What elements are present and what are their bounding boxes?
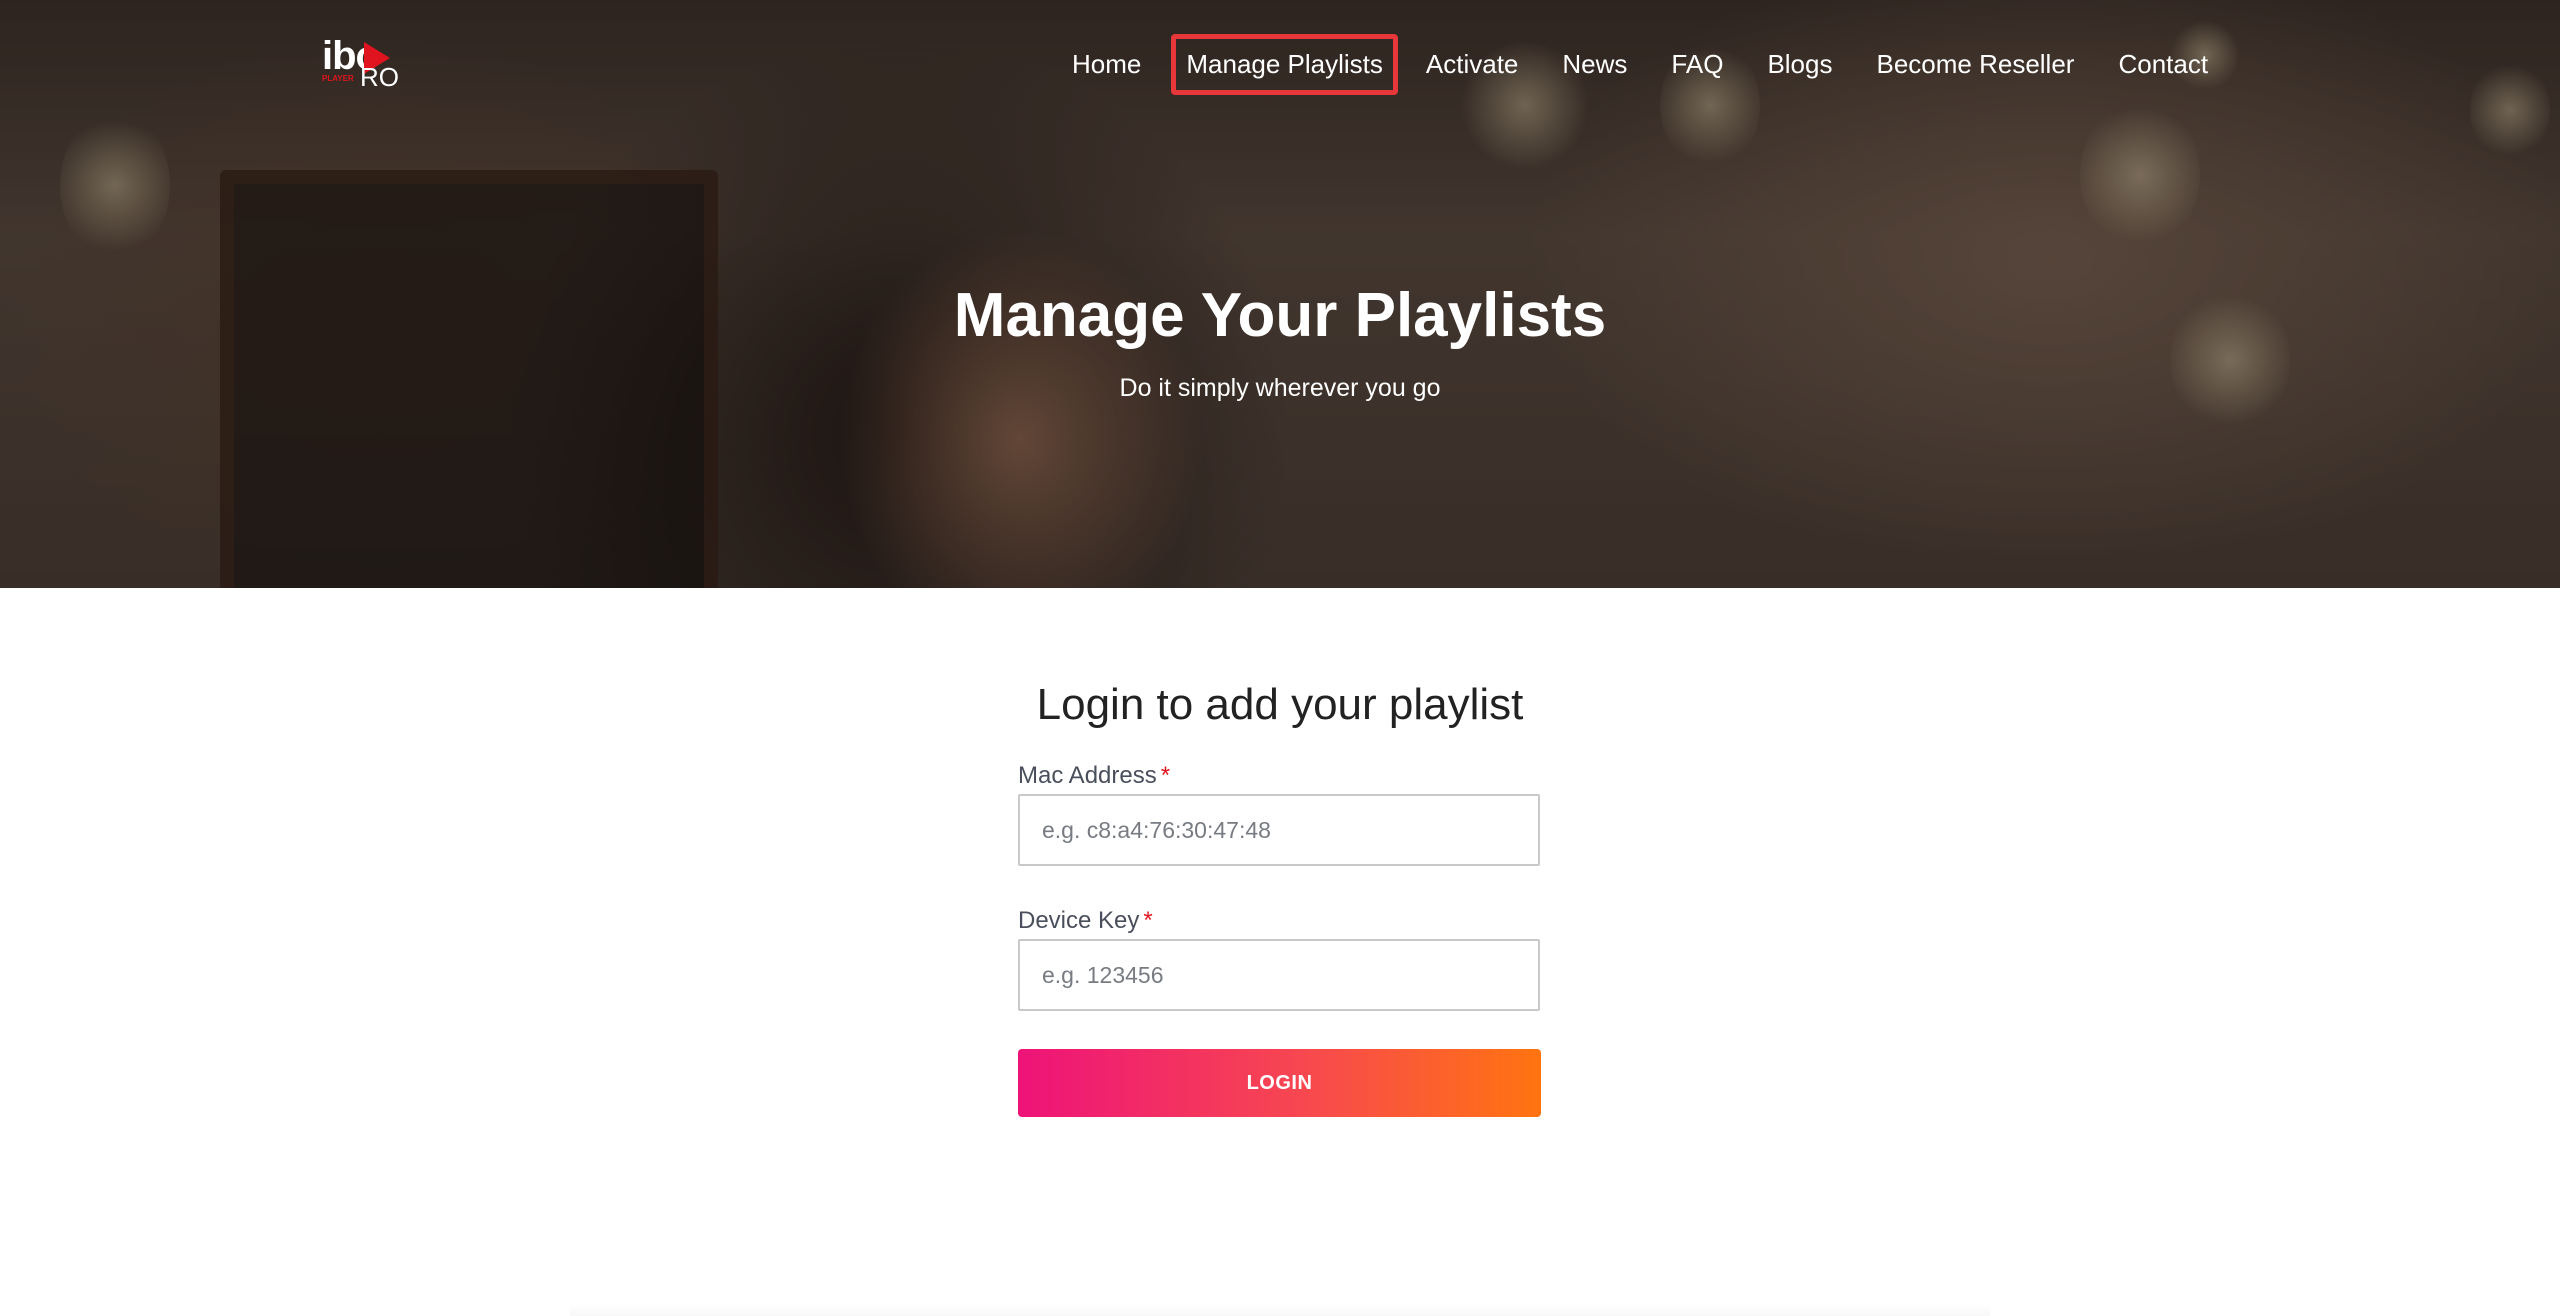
nav-activate[interactable]: Activate: [1426, 41, 1519, 88]
nav-blogs[interactable]: Blogs: [1767, 41, 1832, 88]
device-key-label: Device Key *: [1018, 907, 1153, 935]
device-key-label-text: Device Key: [1018, 907, 1140, 934]
nav-become-reseller[interactable]: Become Reseller: [1876, 41, 2074, 88]
form-title: Login to add your playlist: [1036, 680, 1524, 729]
mac-address-input[interactable]: [1018, 794, 1540, 866]
page-title: Manage Your Playlists: [953, 281, 1607, 350]
login-button[interactable]: LOGIN: [1018, 1049, 1541, 1117]
nav-contact[interactable]: Contact: [2118, 41, 2208, 88]
nav-manage-playlists[interactable]: Manage Playlists: [1171, 33, 1398, 95]
mac-address-label-text: Mac Address: [1018, 762, 1157, 789]
device-key-input[interactable]: [1018, 939, 1540, 1011]
logo-tiny-text: PLAYER: [322, 74, 354, 83]
nav-faq[interactable]: FAQ: [1671, 41, 1723, 88]
site-logo[interactable]: ibo RO PLAYER: [318, 30, 408, 94]
logo-subtext: RO: [360, 62, 399, 92]
required-mark: *: [1143, 907, 1153, 934]
mac-address-label: Mac Address *: [1018, 762, 1170, 790]
footer-divider: [570, 1304, 1990, 1316]
required-mark: *: [1160, 762, 1171, 789]
main-nav: Home Manage Playlists Activate News FAQ …: [1072, 33, 2252, 95]
nav-news[interactable]: News: [1562, 41, 1627, 88]
nav-home[interactable]: Home: [1072, 41, 1141, 88]
page-subtitle: Do it simply wherever you go: [1119, 374, 1441, 402]
